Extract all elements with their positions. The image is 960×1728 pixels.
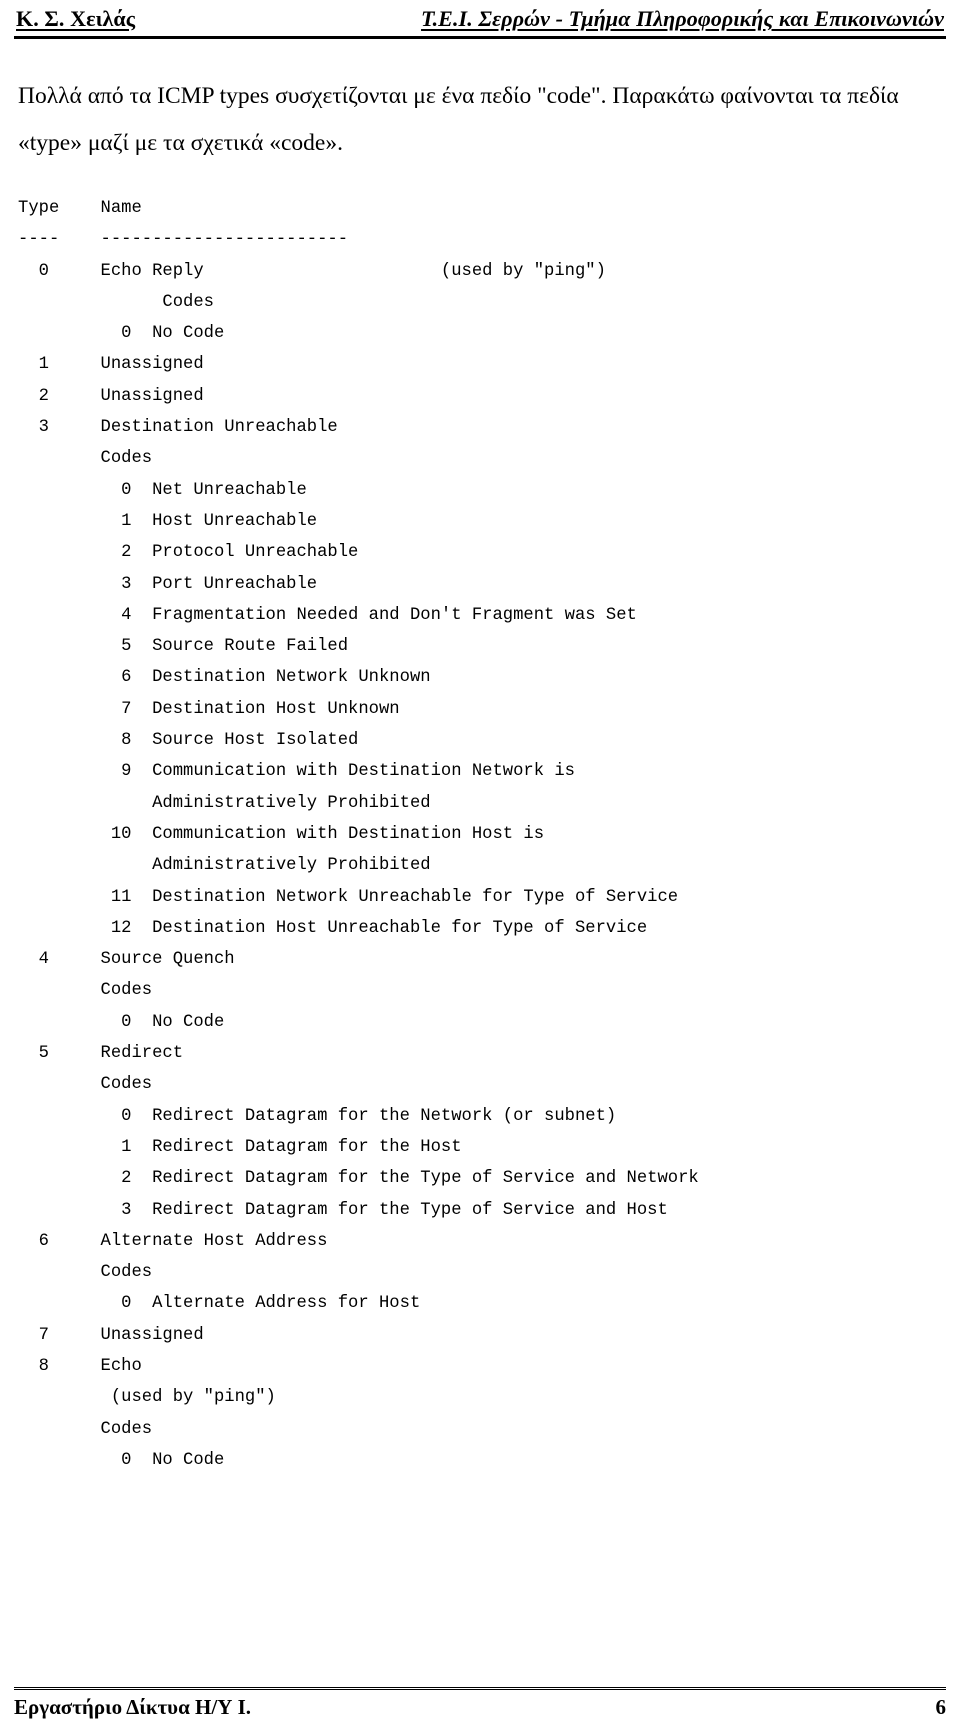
header-author: Κ. Σ. Χειλάς <box>16 6 136 31</box>
listing-line: Codes <box>18 1263 153 1283</box>
listing-line: 0 Alternate Address for Host <box>18 1294 421 1314</box>
listing-line: 1 Redirect Datagram for the Host <box>18 1137 462 1157</box>
page-running-header: Κ. Σ. Χειλάς Τ.Ε.Ι. Σερρών - Τμήμα Πληρο… <box>14 0 946 39</box>
listing-line: 0 Net Unreachable <box>18 480 307 500</box>
listing-line: 1 Unassigned <box>18 355 204 375</box>
listing-line: 4 Source Quench <box>18 950 235 970</box>
listing-line: Codes <box>18 449 153 469</box>
listing-line: 4 Fragmentation Needed and Don't Fragmen… <box>18 605 637 625</box>
listing-line: 5 Redirect <box>18 1044 184 1064</box>
listing-line: 0 Echo Reply (used by "ping") <box>18 261 606 281</box>
page-running-footer: Εργαστήριο Δίκτυα Η/Υ Ι. 6 <box>14 1687 946 1720</box>
listing-line: 10 Communication with Destination Host i… <box>18 824 545 844</box>
footer-lab-title: Εργαστήριο Δίκτυα Η/Υ Ι. <box>14 1695 252 1719</box>
listing-line: 3 Port Unreachable <box>18 574 318 594</box>
listing-line: 1 Host Unreachable <box>18 511 318 531</box>
listing-line: 5 Source Route Failed <box>18 637 349 657</box>
listing-line: 8 Source Host Isolated <box>18 731 359 751</box>
listing-line: 12 Destination Host Unreachable for Type… <box>18 918 648 938</box>
listing-line: Codes <box>18 1419 153 1439</box>
listing-line: 0 Redirect Datagram for the Network (or … <box>18 1106 617 1126</box>
listing-line: Codes <box>18 981 153 1001</box>
listing-line: (used by "ping") <box>18 1388 276 1408</box>
document-page: Κ. Σ. Χειλάς Τ.Ε.Ι. Σερρών - Τμήμα Πληρο… <box>0 0 960 1728</box>
listing-line: 11 Destination Network Unreachable for T… <box>18 887 679 907</box>
listing-line: 6 Destination Network Unknown <box>18 668 431 688</box>
listing-line: 6 Alternate Host Address <box>18 1231 328 1251</box>
listing-line: Codes <box>18 292 214 312</box>
listing-line: 7 Destination Host Unknown <box>18 699 400 719</box>
icmp-type-code-listing: Type Name ---- ------------------------ 0… <box>14 193 946 1476</box>
listing-line: 0 No Code <box>18 1012 225 1032</box>
listing-line: ---- ------------------------ <box>18 230 349 250</box>
listing-line: Administratively Prohibited <box>18 856 431 876</box>
listing-line: 2 Redirect Datagram for the Type of Serv… <box>18 1169 699 1189</box>
listing-line: Codes <box>18 1075 153 1095</box>
footer-page-number: 6 <box>935 1695 947 1719</box>
listing-line: 3 Redirect Datagram for the Type of Serv… <box>18 1200 668 1220</box>
listing-line: 3 Destination Unreachable <box>18 418 338 438</box>
listing-line: 2 Protocol Unreachable <box>18 543 359 563</box>
listing-line: 8 Echo <box>18 1356 142 1376</box>
listing-line: 2 Unassigned <box>18 386 204 406</box>
listing-line: 9 Communication with Destination Network… <box>18 762 575 782</box>
listing-line: Type Name <box>18 199 142 218</box>
listing-line: Administratively Prohibited <box>18 793 431 813</box>
header-institution: Τ.Ε.Ι. Σερρών - Τμήμα Πληροφορικής και Ε… <box>421 6 944 31</box>
listing-line: 0 No Code <box>18 1450 225 1470</box>
listing-line: 0 No Code <box>18 324 225 344</box>
intro-paragraph: Πολλά από τα ICMP types συσχετίζονται με… <box>18 83 899 156</box>
listing-line: 7 Unassigned <box>18 1325 204 1345</box>
